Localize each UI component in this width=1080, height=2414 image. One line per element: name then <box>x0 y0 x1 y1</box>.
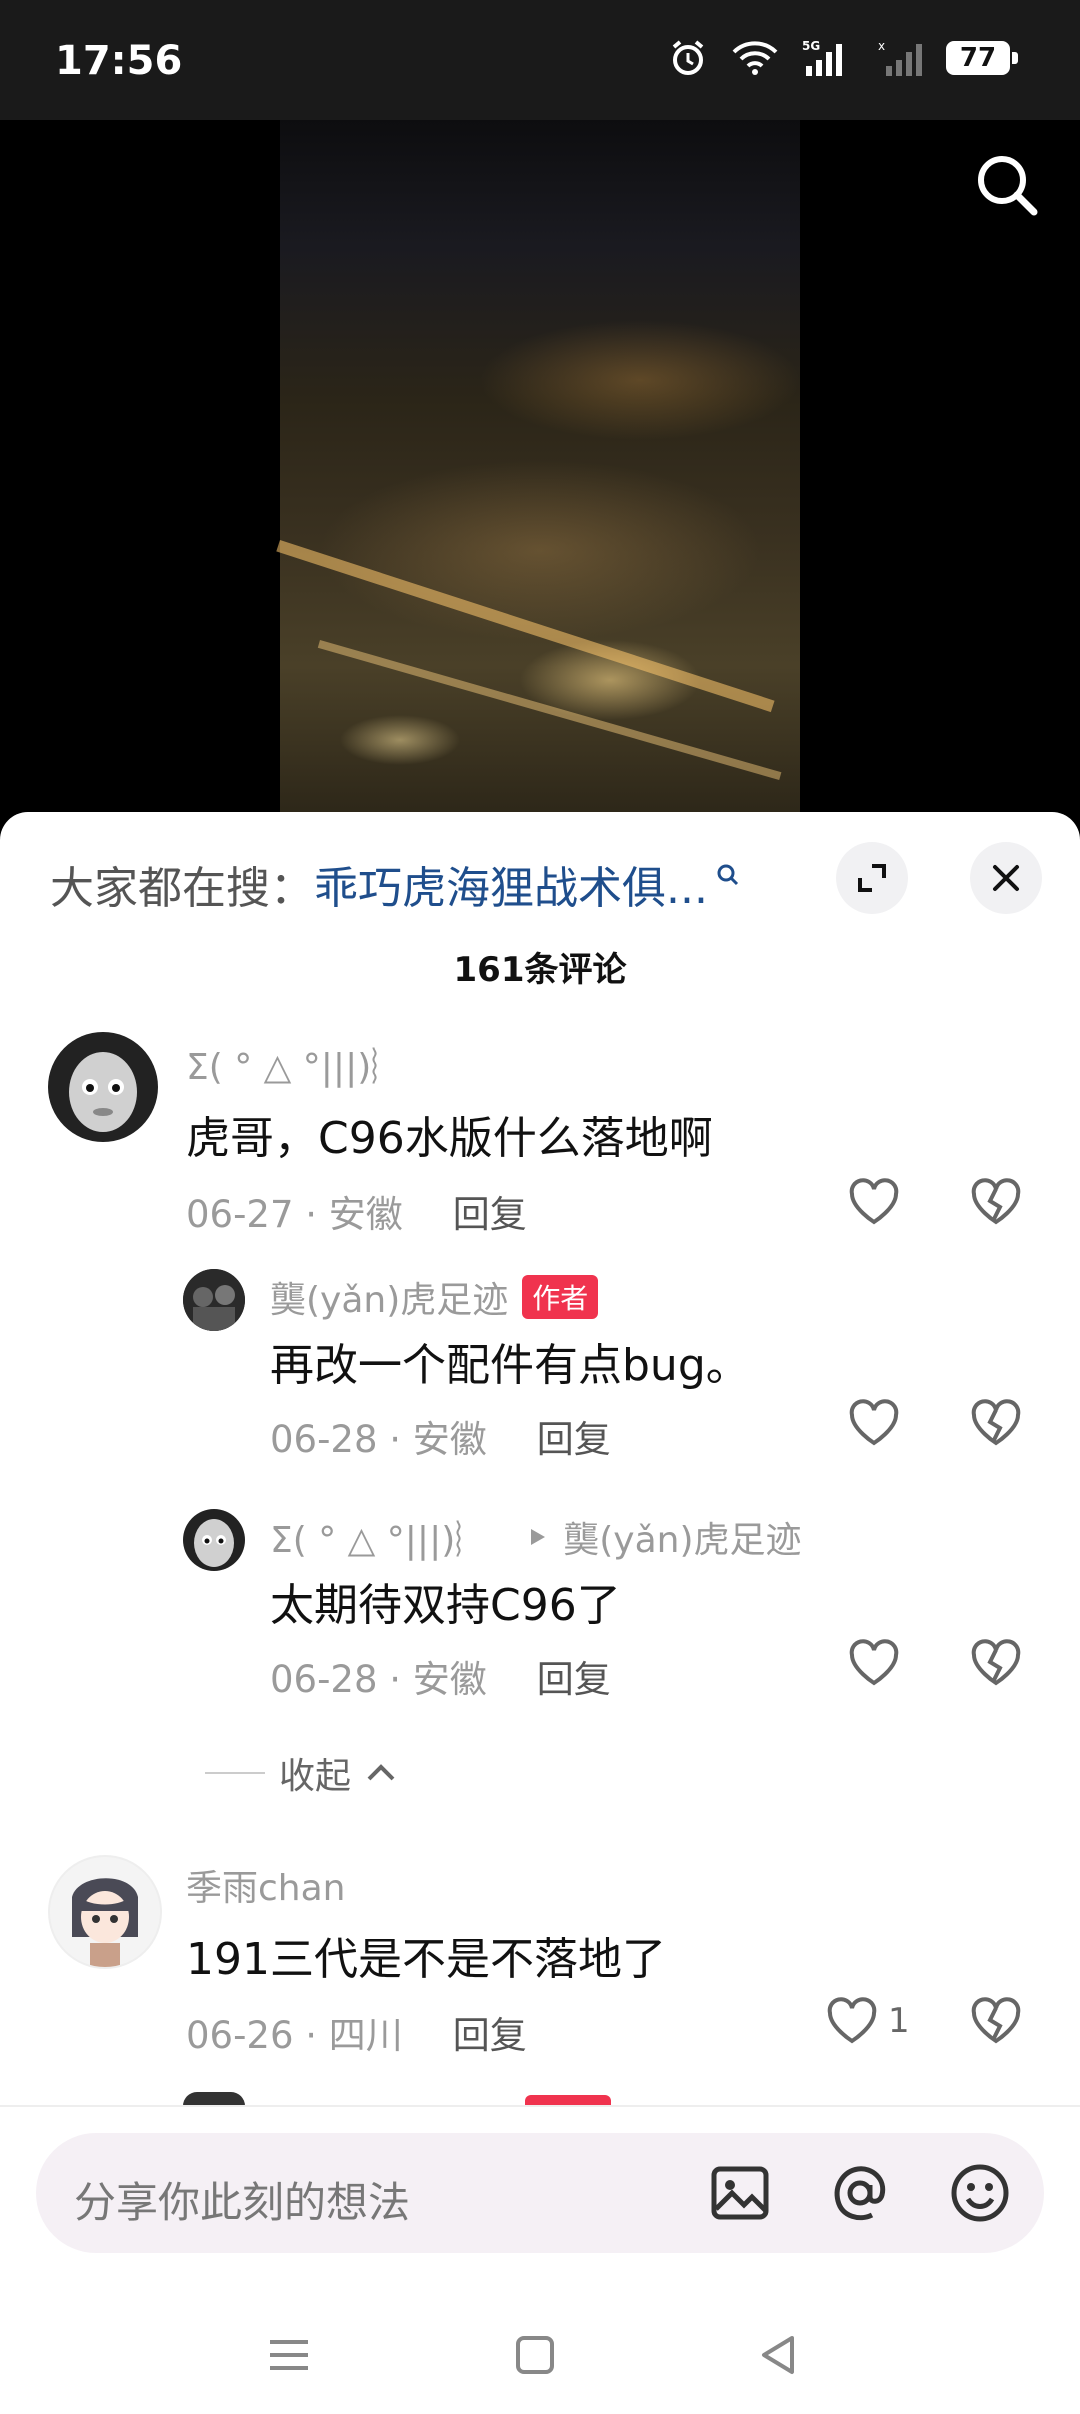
trend-query[interactable]: 乖巧虎海狸战术俱... <box>314 852 708 916</box>
dislike-button[interactable] <box>970 1178 1022 1230</box>
comment-username[interactable]: Σ( ° △ °|||)︴ 龑(yǎn)虎足迹 <box>270 1511 802 1563</box>
clock: 17:56 <box>55 38 183 84</box>
system-nav-bar <box>0 2300 1080 2414</box>
avatar[interactable] <box>48 1855 162 1969</box>
collapse-label: 收起 <box>279 1756 352 1797</box>
comment-text: 虎哥，C96水版什么落地啊 <box>186 1113 713 1164</box>
reply-button[interactable]: 回复 <box>453 1193 527 1236</box>
video-frame <box>276 120 800 820</box>
reply-button[interactable]: 回复 <box>537 1658 611 1701</box>
avatar[interactable] <box>183 1269 245 1331</box>
collapse-divider <box>205 1772 265 1774</box>
back-icon[interactable] <box>756 2332 802 2382</box>
comment-date: 06-26 · 四川 <box>186 2014 403 2057</box>
comment-username[interactable]: 季雨chan <box>186 1859 346 1911</box>
collapse-replies-button[interactable]: 收起 <box>205 1747 397 1799</box>
dislike-button[interactable] <box>970 1639 1022 1691</box>
svg-text:x: x <box>878 39 885 53</box>
author-badge: 作者 <box>522 1275 599 1319</box>
mention-icon[interactable] <box>828 2161 892 2225</box>
reply-button[interactable]: 回复 <box>453 2014 527 2057</box>
search-icon[interactable] <box>972 150 1042 220</box>
broken-heart-icon <box>971 1997 1021 2044</box>
emoji-icon[interactable] <box>948 2161 1012 2225</box>
heart-icon <box>849 1178 899 1225</box>
dislike-button[interactable] <box>970 1399 1022 1451</box>
status-bar: 17:56 5G x 77 <box>0 0 1080 120</box>
comment-input[interactable]: 分享你此刻的想法 <box>36 2133 1044 2253</box>
reply-button[interactable]: 回复 <box>537 1418 611 1461</box>
comment-username[interactable]: Σ( ° △ °|||)︴ <box>186 1038 407 1090</box>
like-count: 1 <box>888 2001 910 2041</box>
comment-text: 191三代是不是不落地了 <box>186 1934 666 1985</box>
battery-indicator: 77 <box>946 41 1018 75</box>
broken-heart-icon <box>971 1178 1021 1225</box>
comment-date: 06-27 · 安徽 <box>186 1193 403 1236</box>
signal-5g-icon: 5G <box>802 38 856 78</box>
expand-icon <box>858 864 886 892</box>
username-text[interactable]: Σ( ° △ °|||)︴ <box>186 1038 407 1090</box>
username-text[interactable]: 龑(yǎn)虎足迹 <box>270 1271 508 1323</box>
trend-prefix: 大家都在搜： <box>50 863 314 914</box>
expand-button[interactable] <box>836 842 908 914</box>
search-small-icon <box>717 864 739 886</box>
comment-date: 06-28 · 安徽 <box>270 1658 487 1701</box>
comment-meta: 06-27 · 安徽 回复 <box>186 1184 527 1238</box>
avatar[interactable] <box>183 1509 245 1571</box>
close-icon <box>993 865 1019 891</box>
comment-date: 06-28 · 安徽 <box>270 1418 487 1461</box>
comment-meta: 06-26 · 四川 回复 <box>186 2005 527 2059</box>
status-icons: 5G x 77 <box>668 38 1018 78</box>
search-trend[interactable]: 大家都在搜： 乖巧虎海狸战术俱... <box>50 852 742 916</box>
comment-username[interactable]: 龑(yǎn)虎足迹 作者 <box>270 1271 599 1323</box>
svg-text:5G: 5G <box>802 39 820 53</box>
comment-meta: 06-28 · 安徽 回复 <box>270 1649 611 1703</box>
video-player[interactable] <box>0 120 1080 820</box>
signal-no-service-icon: x <box>878 38 924 78</box>
wifi-icon <box>730 38 780 78</box>
like-button[interactable]: 1 <box>826 1997 910 2045</box>
reply-to-username[interactable]: 龑(yǎn)虎足迹 <box>563 1511 801 1563</box>
heart-icon <box>827 1997 877 2044</box>
like-button[interactable] <box>848 1639 900 1687</box>
comment-count: 161条评论 <box>453 950 627 990</box>
reply-arrow-icon <box>531 1529 546 1545</box>
heart-icon <box>849 1639 899 1686</box>
divider <box>0 2105 1080 2107</box>
like-button[interactable] <box>848 1178 900 1226</box>
avatar <box>183 2092 245 2106</box>
home-icon[interactable] <box>512 2332 558 2382</box>
comment-meta: 06-28 · 安徽 回复 <box>270 1409 611 1463</box>
menu-icon[interactable] <box>266 2332 312 2382</box>
username-text[interactable]: Σ( ° △ °|||)︴ <box>270 1511 491 1563</box>
video-light-streak <box>317 640 782 780</box>
like-button[interactable] <box>848 1399 900 1447</box>
author-badge <box>525 2095 611 2105</box>
comment-input-placeholder[interactable]: 分享你此刻的想法 <box>74 2169 410 2230</box>
comment-text: 再改一个配件有点bug。 <box>270 1340 750 1391</box>
image-icon[interactable] <box>708 2161 772 2225</box>
dislike-button[interactable] <box>970 1997 1022 2049</box>
video-light-streak <box>276 540 775 713</box>
heart-icon <box>849 1399 899 1446</box>
alarm-icon <box>668 38 708 78</box>
username-text[interactable]: 季雨chan <box>186 1859 346 1911</box>
comment-text: 太期待双持C96了 <box>270 1580 621 1631</box>
close-button[interactable] <box>970 842 1042 914</box>
broken-heart-icon <box>971 1639 1021 1686</box>
broken-heart-icon <box>971 1399 1021 1446</box>
chevron-up-icon <box>367 1764 395 1781</box>
avatar[interactable] <box>48 1032 158 1142</box>
